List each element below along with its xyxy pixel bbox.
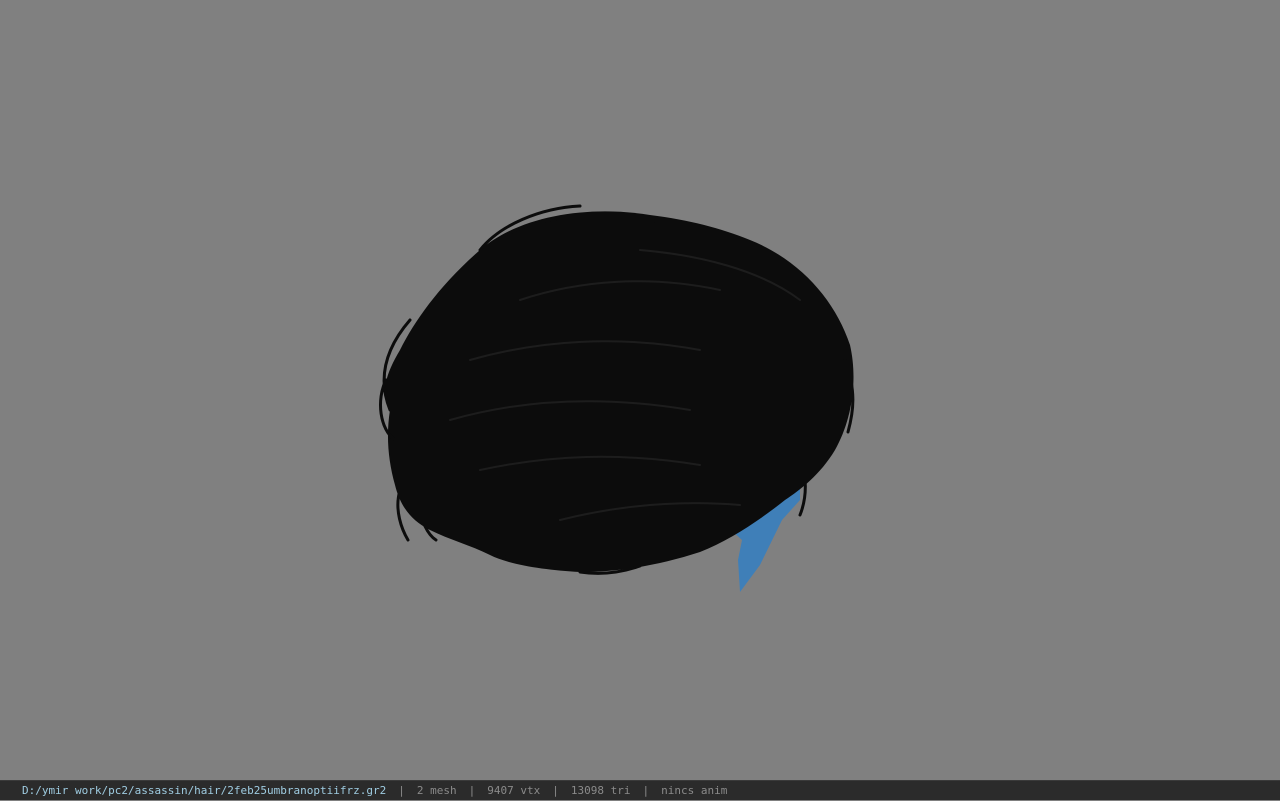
status-bar: D:/ymir work/pc2/assassin/hair/2feb25umb… — [0, 780, 1280, 800]
separator: | — [468, 784, 476, 797]
triangle-count: 13098 tri — [570, 784, 631, 797]
file-path-label: D:/ymir work/pc2/assassin/hair/2feb25umb… — [22, 784, 387, 797]
vertex-count: 9407 vtx — [487, 784, 541, 797]
separator: | — [552, 784, 559, 797]
hair-model-render — [379, 204, 855, 592]
separator: | — [398, 784, 405, 797]
separator: | — [642, 784, 650, 797]
mesh-count: 2 mesh — [416, 784, 457, 797]
3d-viewport[interactable] — [0, 0, 1280, 780]
animation-status: nincs anim — [661, 784, 728, 797]
